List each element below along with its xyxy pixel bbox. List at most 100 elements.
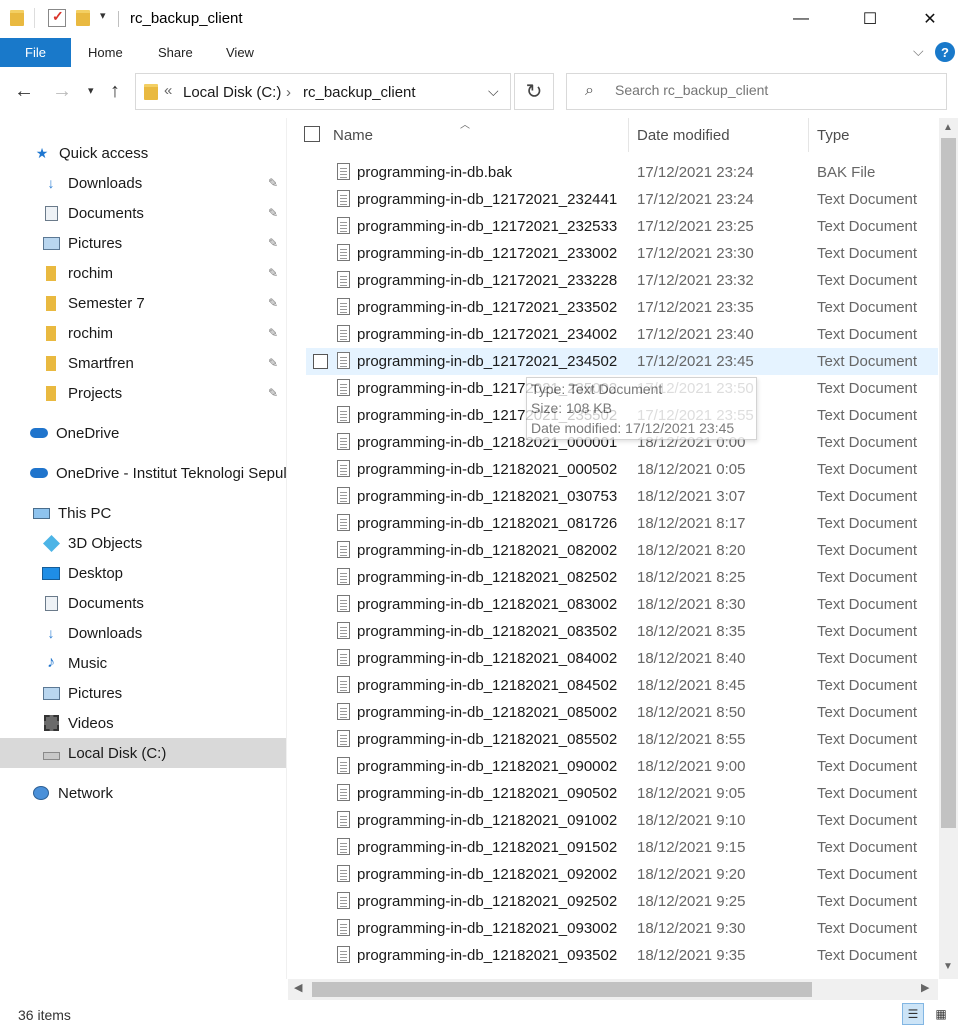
file-name[interactable]: programming-in-db_12182021_090502 xyxy=(357,785,617,802)
vertical-scrollbar[interactable]: ▲ ▼ xyxy=(939,118,958,979)
address-history-chevron-icon[interactable]: ⌵ xyxy=(488,83,499,100)
scroll-down-arrow-icon[interactable]: ▼ xyxy=(943,961,953,972)
file-name[interactable]: programming-in-db.bak xyxy=(357,164,512,181)
tab-home[interactable]: Home xyxy=(88,45,123,60)
file-name[interactable]: programming-in-db_12172021_233228 xyxy=(357,272,617,289)
file-row[interactable]: programming-in-db_12182021_093002 18/12/2… xyxy=(306,915,938,942)
file-row[interactable]: programming-in-db_12172021_233502 17/12/2… xyxy=(306,294,938,321)
sidebar-item-projects[interactable]: Projects ✎ xyxy=(0,378,287,408)
file-row[interactable]: programming-in-db_12172021_232441 17/12/2… xyxy=(306,186,938,213)
pin-icon[interactable]: ✎ xyxy=(268,296,278,310)
column-header-name[interactable]: Name xyxy=(333,118,373,152)
recent-locations-chevron-icon[interactable]: ▾ xyxy=(88,84,94,97)
file-name[interactable]: programming-in-db_12172021_232533 xyxy=(357,218,617,235)
file-name[interactable]: programming-in-db_12182021_030753 xyxy=(357,488,617,505)
back-arrow-icon[interactable]: ← xyxy=(14,80,34,103)
file-row[interactable]: programming-in-db_12182021_084502 18/12/2… xyxy=(306,672,938,699)
column-separator[interactable] xyxy=(808,118,809,152)
refresh-button[interactable]: ↻ xyxy=(514,73,554,110)
file-name[interactable]: programming-in-db_12182021_082002 xyxy=(357,542,617,559)
file-row[interactable]: programming-in-db_12182021_092002 18/12/2… xyxy=(306,861,938,888)
sidebar-item-pictures[interactable]: Pictures ✎ xyxy=(0,228,287,258)
search-box[interactable]: ⌕ xyxy=(566,73,947,110)
sidebar-item-downloads-pc[interactable]: ↓ Downloads xyxy=(0,618,287,648)
sidebar-item-documents[interactable]: Documents ✎ xyxy=(0,198,287,228)
scroll-left-arrow-icon[interactable]: ◀ xyxy=(294,981,302,994)
close-button[interactable]: ✕ xyxy=(907,0,953,38)
file-name[interactable]: programming-in-db_12182021_085502 xyxy=(357,731,617,748)
file-row[interactable]: programming-in-db_12182021_083502 18/12/2… xyxy=(306,618,938,645)
forward-arrow-icon[interactable]: → xyxy=(52,80,72,103)
sidebar-item-rochim-2[interactable]: rochim ✎ xyxy=(0,318,287,348)
file-row[interactable]: programming-in-db_12182021_090502 18/12/2… xyxy=(306,780,938,807)
file-row[interactable]: programming-in-db_12182021_090002 18/12/2… xyxy=(306,753,938,780)
file-name[interactable]: programming-in-db_12182021_092502 xyxy=(357,893,617,910)
column-header-date-modified[interactable]: Date modified xyxy=(637,118,730,152)
file-row[interactable]: programming-in-db_12182021_082002 18/12/2… xyxy=(306,537,938,564)
pin-icon[interactable]: ✎ xyxy=(268,176,278,190)
pin-icon[interactable]: ✎ xyxy=(268,236,278,250)
file-row[interactable]: programming-in-db_12182021_084002 18/12/2… xyxy=(306,645,938,672)
sidebar-item-onedrive[interactable]: OneDrive xyxy=(0,418,287,448)
sidebar-item-videos[interactable]: Videos xyxy=(0,708,287,738)
vertical-scroll-thumb[interactable] xyxy=(941,138,956,828)
file-name[interactable]: programming-in-db_12182021_000502 xyxy=(357,461,617,478)
column-header-type[interactable]: Type xyxy=(817,118,850,152)
breadcrumb-separator[interactable]: › xyxy=(286,84,291,101)
sidebar-item-documents-pc[interactable]: Documents xyxy=(0,588,287,618)
file-row[interactable]: programming-in-db_12182021_082502 18/12/2… xyxy=(306,564,938,591)
sidebar-item-downloads[interactable]: ↓ Downloads ✎ xyxy=(0,168,287,198)
sidebar-item-desktop[interactable]: Desktop xyxy=(0,558,287,588)
row-checkbox[interactable] xyxy=(313,354,328,369)
sidebar-item-3d-objects[interactable]: 3D Objects xyxy=(0,528,287,558)
file-name[interactable]: programming-in-db_12182021_090002 xyxy=(357,758,617,775)
sidebar-item-quick-access[interactable]: ★ Quick access xyxy=(0,138,287,168)
file-row[interactable]: programming-in-db_12182021_081726 18/12/2… xyxy=(306,510,938,537)
file-row[interactable]: programming-in-db_12182021_092502 18/12/2… xyxy=(306,888,938,915)
tab-file[interactable]: File xyxy=(0,38,71,67)
file-row[interactable]: programming-in-db_12172021_233002 17/12/2… xyxy=(306,240,938,267)
column-separator[interactable] xyxy=(628,118,629,152)
details-view-icon[interactable]: ☰ xyxy=(902,1003,924,1025)
file-row[interactable]: programming-in-db.bak 17/12/2021 23:24 BAK… xyxy=(306,159,938,186)
file-name[interactable]: programming-in-db_12182021_083502 xyxy=(357,623,617,640)
file-name[interactable]: programming-in-db_12182021_084002 xyxy=(357,650,617,667)
file-name[interactable]: programming-in-db_12182021_093502 xyxy=(357,947,617,964)
file-row[interactable]: programming-in-db_12182021_085002 18/12/2… xyxy=(306,699,938,726)
scroll-right-arrow-icon[interactable]: ▶ xyxy=(921,981,929,994)
file-name[interactable]: programming-in-db_12182021_085002 xyxy=(357,704,617,721)
file-name[interactable]: programming-in-db_12182021_082502 xyxy=(357,569,617,586)
sidebar-item-pictures-pc[interactable]: Pictures xyxy=(0,678,287,708)
expand-ribbon-chevron-icon[interactable]: ⌵ xyxy=(913,43,924,60)
scroll-up-arrow-icon[interactable]: ▲ xyxy=(943,122,953,133)
pin-icon[interactable]: ✎ xyxy=(268,326,278,340)
sidebar-item-onedrive-institut[interactable]: OneDrive - Institut Teknologi Sepul xyxy=(0,458,287,488)
pin-icon[interactable]: ✎ xyxy=(268,356,278,370)
file-row[interactable]: programming-in-db_12182021_085502 18/12/2… xyxy=(306,726,938,753)
sidebar-item-semester-7[interactable]: Semester 7 ✎ xyxy=(0,288,287,318)
sidebar-item-local-disk[interactable]: Local Disk (C:) xyxy=(0,738,287,768)
pin-icon[interactable]: ✎ xyxy=(268,206,278,220)
file-name[interactable]: programming-in-db_12172021_233502 xyxy=(357,299,617,316)
breadcrumb-rc-backup-client[interactable]: rc_backup_client xyxy=(303,84,416,101)
file-name[interactable]: programming-in-db_12182021_093002 xyxy=(357,920,617,937)
large-icons-view-icon[interactable]: ▦ xyxy=(930,1003,952,1025)
breadcrumb-overflow[interactable]: « xyxy=(164,82,172,99)
file-row[interactable]: programming-in-db_12172021_234002 17/12/2… xyxy=(306,321,938,348)
file-name[interactable]: programming-in-db_12182021_091002 xyxy=(357,812,617,829)
customize-quick-access-icon[interactable]: ▾ xyxy=(100,9,106,22)
file-row[interactable]: programming-in-db_12182021_091002 18/12/2… xyxy=(306,807,938,834)
select-all-checkbox[interactable] xyxy=(304,126,320,142)
sidebar-item-this-pc[interactable]: This PC xyxy=(0,498,287,528)
search-input[interactable] xyxy=(615,82,935,98)
pin-icon[interactable]: ✎ xyxy=(268,266,278,280)
tab-share[interactable]: Share xyxy=(158,45,193,60)
tab-view[interactable]: View xyxy=(226,45,254,60)
address-bar[interactable]: « Local Disk (C:) › rc_backup_client ⌵ xyxy=(135,73,511,110)
file-row[interactable]: programming-in-db_12182021_000502 18/12/2… xyxy=(306,456,938,483)
sidebar-item-music[interactable]: ♪ Music xyxy=(0,648,287,678)
help-button[interactable]: ? xyxy=(935,42,955,62)
file-name[interactable]: programming-in-db_12182021_084502 xyxy=(357,677,617,694)
file-row[interactable]: programming-in-db_12182021_030753 18/12/2… xyxy=(306,483,938,510)
file-row[interactable]: programming-in-db_12182021_093502 18/12/2… xyxy=(306,942,938,969)
